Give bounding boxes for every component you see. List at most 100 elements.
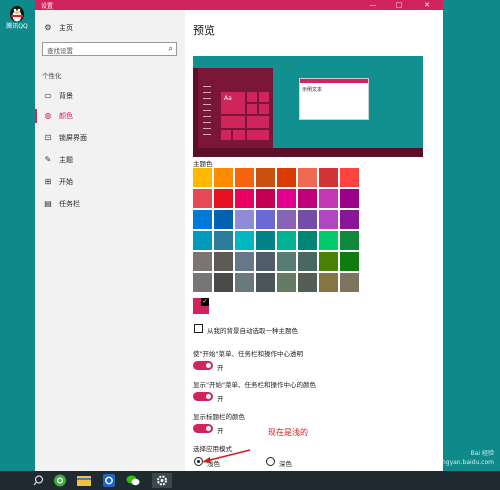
preview-tile	[247, 116, 269, 128]
color-swatch[interactable]	[340, 189, 359, 208]
preview-tile	[233, 130, 245, 140]
color-swatch[interactable]	[214, 168, 233, 187]
settings-icon[interactable]	[152, 473, 172, 488]
color-swatch[interactable]	[256, 189, 275, 208]
show-color-start-toggle[interactable]	[193, 392, 213, 401]
close-button[interactable]: ✕	[417, 0, 437, 10]
color-swatch[interactable]	[214, 210, 233, 229]
color-swatch[interactable]	[319, 252, 338, 271]
color-swatch[interactable]	[235, 273, 254, 292]
color-swatch[interactable]	[277, 231, 296, 250]
color-swatch[interactable]	[214, 189, 233, 208]
color-swatch[interactable]	[319, 189, 338, 208]
preview-tile	[221, 116, 245, 128]
color-swatch[interactable]	[235, 210, 254, 229]
preview-tile	[259, 92, 269, 102]
watermark-line: jingyan.baidu.com	[438, 459, 494, 466]
dark-mode-label: 深色	[279, 460, 292, 468]
color-swatch[interactable]	[193, 231, 212, 250]
title-bar[interactable]: 设置 — □ ✕	[35, 0, 443, 10]
auto-pick-checkbox[interactable]	[194, 324, 203, 333]
desktop-shortcut-label: 腾讯QQ	[6, 23, 28, 30]
show-color-start-label: 显示"开始"菜单、任务栏和操作中心的颜色	[193, 381, 316, 389]
file-explorer-icon[interactable]	[75, 473, 93, 488]
selected-custom-color[interactable]: ✓	[193, 298, 209, 314]
color-swatch[interactable]	[298, 273, 317, 292]
color-swatch[interactable]	[235, 189, 254, 208]
sidebar-item-themes[interactable]: ✎ 主题	[35, 150, 185, 170]
preview-tile	[221, 130, 231, 140]
qq-browser-icon[interactable]	[100, 473, 118, 488]
sidebar-item-label: 任务栏	[59, 200, 80, 208]
sidebar-item-start[interactable]: ⊞ 开始	[35, 172, 185, 192]
color-swatch[interactable]	[235, 168, 254, 187]
sidebar-item-label: 锁屏界面	[59, 134, 87, 142]
color-swatch[interactable]	[298, 210, 317, 229]
color-swatch[interactable]	[298, 252, 317, 271]
preview-area: Aa 示例文本	[193, 56, 423, 157]
sidebar-item-lock-screen[interactable]: ⊡ 锁屏界面	[35, 128, 185, 148]
color-swatch[interactable]	[214, 231, 233, 250]
search-icon: ⌕	[168, 44, 173, 53]
start-icon: ⊞	[44, 177, 52, 186]
color-swatch[interactable]	[277, 189, 296, 208]
sidebar-item-colors[interactable]: ◍ 颜色	[35, 106, 185, 126]
color-swatch[interactable]	[193, 189, 212, 208]
color-swatch[interactable]	[256, 210, 275, 229]
search-placeholder: 查找设置	[47, 47, 73, 55]
desktop-shortcut-qq[interactable]: 腾讯QQ	[3, 3, 31, 30]
color-swatch[interactable]	[298, 231, 317, 250]
sidebar-item-background[interactable]: ▭ 背景	[35, 86, 185, 106]
palette-icon: ◍	[44, 111, 52, 120]
color-swatch[interactable]	[319, 168, 338, 187]
sidebar-item-taskbar[interactable]: ▤ 任务栏	[35, 194, 185, 214]
transparency-toggle[interactable]	[193, 361, 213, 370]
color-swatch[interactable]	[319, 210, 338, 229]
preview-sample-text: 示例文本	[302, 87, 323, 93]
preview-tile	[247, 104, 257, 114]
watermark: Bai 经验 jingyan.baidu.com	[439, 449, 494, 467]
color-swatch[interactable]	[340, 231, 359, 250]
sidebar-item-label: 背景	[59, 92, 73, 100]
search-input[interactable]: 查找设置 ⌕	[42, 42, 177, 56]
color-swatch[interactable]	[340, 252, 359, 271]
colors-section-label: 主题色	[193, 160, 213, 168]
color-swatch[interactable]	[235, 252, 254, 271]
color-swatch[interactable]	[340, 168, 359, 187]
color-swatch[interactable]	[340, 273, 359, 292]
search-icon[interactable]	[30, 473, 48, 488]
color-swatch[interactable]	[340, 210, 359, 229]
dark-mode-radio[interactable]	[266, 457, 275, 466]
taskbar	[0, 471, 500, 490]
color-swatch[interactable]	[277, 210, 296, 229]
color-swatch[interactable]	[256, 273, 275, 292]
preview-tile	[247, 130, 269, 140]
color-swatch[interactable]	[214, 273, 233, 292]
color-swatch[interactable]	[193, 168, 212, 187]
color-swatch[interactable]	[235, 231, 254, 250]
color-swatch[interactable]	[256, 252, 275, 271]
wechat-icon[interactable]	[124, 473, 142, 488]
maximize-button[interactable]: □	[389, 0, 409, 10]
title-bar-color-toggle[interactable]	[193, 424, 213, 433]
color-swatch[interactable]	[298, 168, 317, 187]
preview-start-rail	[193, 68, 198, 148]
color-swatch[interactable]	[256, 231, 275, 250]
settings-window: 设置 — □ ✕ ⚙ 主页 查找设置 ⌕ 个性化 ▭ 背景 ◍ 颜色 ⊡ 锁屏界…	[35, 0, 443, 471]
color-swatch[interactable]	[298, 189, 317, 208]
color-swatch[interactable]	[193, 210, 212, 229]
sidebar: ⚙ 主页 查找设置 ⌕ 个性化 ▭ 背景 ◍ 颜色 ⊡ 锁屏界面 ✎ 主题 ⊞ …	[35, 10, 185, 471]
color-swatch[interactable]	[256, 168, 275, 187]
color-swatch[interactable]	[319, 273, 338, 292]
page-title: 预览	[193, 24, 215, 37]
color-swatch[interactable]	[277, 168, 296, 187]
color-swatch[interactable]	[277, 252, 296, 271]
color-swatch[interactable]	[214, 252, 233, 271]
browser-icon[interactable]	[51, 473, 69, 488]
sidebar-item-home[interactable]: ⚙ 主页	[35, 18, 185, 38]
color-swatch[interactable]	[319, 231, 338, 250]
color-swatch[interactable]	[193, 273, 212, 292]
color-swatch[interactable]	[193, 252, 212, 271]
color-swatch[interactable]	[277, 273, 296, 292]
minimize-button[interactable]: —	[363, 0, 383, 10]
